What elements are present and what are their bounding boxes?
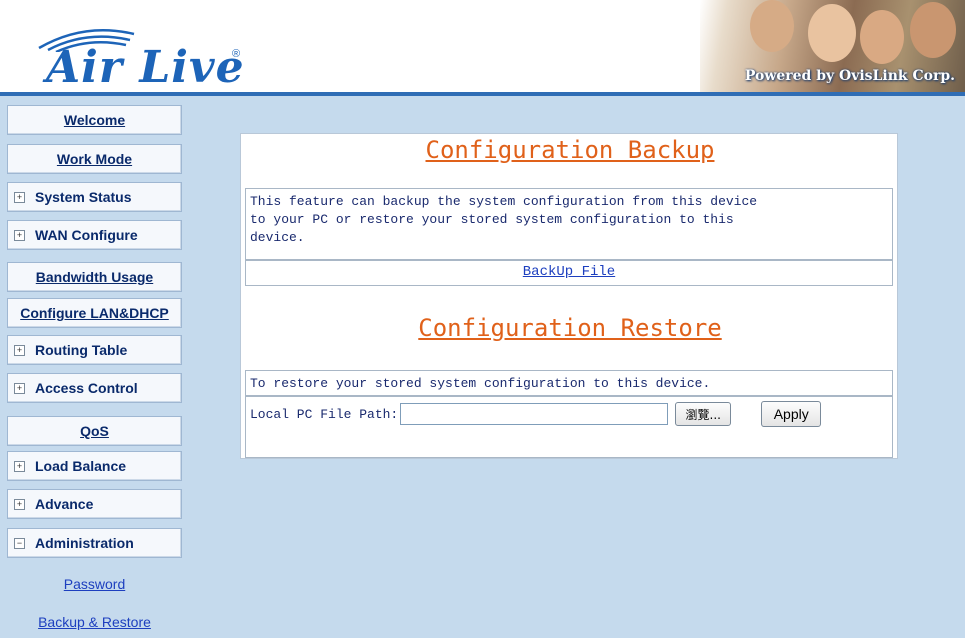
registered-mark: ®: [232, 48, 241, 60]
sidebar-item-label: Welcome: [63, 112, 126, 128]
sidebar-item-bandwidth-usage[interactable]: Bandwidth Usage: [7, 262, 182, 292]
backup-desc-line: device.: [250, 230, 305, 245]
restore-title: Configuration Restore: [418, 314, 722, 342]
sidebar-item-work-mode[interactable]: Work Mode: [7, 144, 182, 174]
file-path-input[interactable]: [400, 403, 669, 425]
expand-plus-icon[interactable]: +: [14, 498, 25, 510]
photo-person: [808, 4, 856, 62]
photo-person: [910, 2, 956, 58]
sidebar-subitem-password[interactable]: Password: [7, 576, 182, 592]
sidebar-item-access-control[interactable]: + Access Control: [7, 373, 182, 403]
sidebar-item-label: Access Control: [35, 380, 138, 396]
sidebar-item-advance[interactable]: + Advance: [7, 489, 182, 519]
sidebar-item-administration[interactable]: − Administration: [7, 528, 182, 558]
sidebar-item-label: System Status: [35, 189, 132, 205]
restore-form-box: Local PC File Path: 瀏覽... Apply: [245, 396, 893, 458]
photo-person: [750, 0, 794, 52]
sidebar-item-label: Advance: [35, 496, 94, 512]
backup-file-link[interactable]: BackUp File: [246, 261, 892, 283]
backup-description-box: This feature can backup the system confi…: [245, 188, 893, 260]
sidebar-subitem-backup-restore[interactable]: Backup & Restore: [7, 614, 182, 630]
sidebar-item-qos[interactable]: QoS: [7, 416, 182, 446]
header: Air Live ® Powered by OvisLink Corp.: [0, 0, 965, 96]
backup-desc-line: to your PC or restore your stored system…: [250, 212, 734, 227]
restore-description-box: To restore your stored system configurat…: [245, 370, 893, 396]
photo-person: [860, 10, 904, 64]
restore-description: To restore your stored system configurat…: [250, 376, 711, 391]
sidebar-item-label: WAN Configure: [35, 227, 138, 243]
expand-plus-icon[interactable]: +: [14, 191, 25, 203]
logo-text: Air Live: [46, 42, 245, 93]
sidebar-item-label: Configure LAN&DHCP: [20, 305, 169, 321]
expand-plus-icon[interactable]: +: [14, 229, 25, 241]
sidebar-item-configure-lan-dhcp[interactable]: Configure LAN&DHCP: [7, 298, 182, 328]
sidebar-item-routing-table[interactable]: + Routing Table: [7, 335, 182, 365]
sidebar-item-label: Work Mode: [56, 151, 133, 167]
backup-desc-line: This feature can backup the system confi…: [250, 194, 758, 209]
collapse-minus-icon[interactable]: −: [14, 537, 25, 549]
powered-by-text: Powered by OvisLink Corp.: [744, 68, 955, 84]
sidebar-item-system-status[interactable]: + System Status: [7, 182, 182, 212]
expand-plus-icon[interactable]: +: [14, 344, 25, 356]
backup-description: This feature can backup the system confi…: [246, 189, 892, 251]
header-photo: Powered by OvisLink Corp.: [700, 0, 965, 96]
sidebar-item-label: Bandwidth Usage: [35, 269, 154, 285]
expand-plus-icon[interactable]: +: [14, 460, 25, 472]
config-panel: Configuration Backup This feature can ba…: [240, 133, 898, 459]
sidebar-item-welcome[interactable]: Welcome: [7, 105, 182, 135]
airlive-logo: Air Live ®: [28, 22, 268, 93]
sidebar-item-label: Administration: [35, 535, 134, 551]
sidebar-item-wan-configure[interactable]: + WAN Configure: [7, 220, 182, 250]
header-divider: [0, 92, 965, 96]
sidebar-item-load-balance[interactable]: + Load Balance: [7, 451, 182, 481]
file-path-label: Local PC File Path:: [250, 406, 399, 422]
expand-plus-icon[interactable]: +: [14, 382, 25, 394]
backup-link-box: BackUp File: [245, 260, 893, 286]
sidebar-item-label: Load Balance: [35, 458, 127, 474]
file-path-row: Local PC File Path: 瀏覽... Apply: [250, 401, 822, 427]
sidebar-item-label: QoS: [80, 423, 109, 439]
apply-button[interactable]: Apply: [761, 401, 822, 427]
sidebar-item-label: Routing Table: [35, 342, 128, 358]
backup-title: Configuration Backup: [425, 136, 715, 164]
browse-button[interactable]: 瀏覽...: [675, 402, 732, 426]
